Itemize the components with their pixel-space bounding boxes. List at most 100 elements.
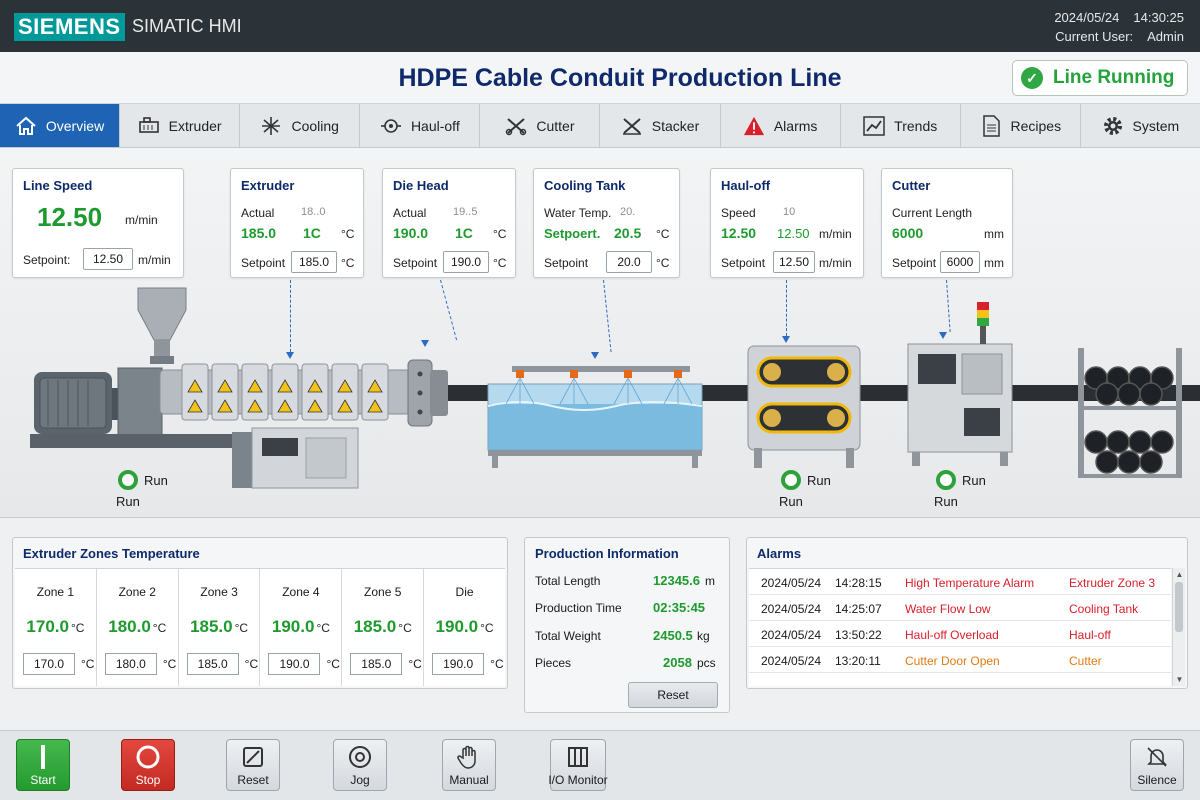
alarm-date: 2024/05/24 bbox=[761, 628, 822, 642]
alarm-time: 13:50:22 bbox=[835, 628, 882, 642]
reset-counters-button[interactable]: Reset bbox=[628, 682, 718, 708]
haul-off-unit bbox=[747, 345, 861, 468]
tab-stacker[interactable]: Stacker bbox=[600, 104, 721, 147]
tab-recipes[interactable]: Recipes bbox=[961, 104, 1081, 147]
info-unit: m bbox=[705, 574, 715, 588]
temperature-unit: °C bbox=[81, 657, 95, 671]
info-value: 12345.6 bbox=[653, 573, 700, 588]
run-label: Run bbox=[144, 472, 168, 488]
home-icon bbox=[15, 115, 37, 137]
current-time: 14:30:25 bbox=[1133, 10, 1184, 25]
bell-mute-icon bbox=[1145, 740, 1169, 773]
jog-button[interactable]: Jog bbox=[333, 739, 387, 791]
alarm-source: Haul-off bbox=[1069, 628, 1111, 642]
alarm-row[interactable]: 2024/05/24 14:25:07 Water Flow Low Cooli… bbox=[749, 595, 1171, 621]
alarm-message: Haul-off Overload bbox=[905, 628, 999, 642]
zone-actual-value: 185.0 °C bbox=[353, 617, 412, 636]
cutter-run-indicator: Run bbox=[936, 470, 986, 490]
reset-button[interactable]: Reset bbox=[226, 739, 280, 791]
snowflake-icon bbox=[260, 115, 282, 137]
scroll-thumb[interactable] bbox=[1175, 582, 1183, 632]
gear-icon bbox=[1102, 115, 1124, 137]
zone-actual-value: 180.0 °C bbox=[108, 617, 167, 636]
footer-toolbar: Start Stop Reset Jog Manual I/O Monitor … bbox=[0, 730, 1200, 800]
zone-setpoint-input[interactable]: 190.0 bbox=[268, 653, 321, 675]
alarm-row[interactable]: 2024/05/24 13:50:22 Haul-off Overload Ha… bbox=[749, 621, 1171, 647]
scroll-up-icon[interactable]: ▲ bbox=[1173, 570, 1186, 579]
info-unit: pcs bbox=[697, 656, 716, 670]
tab-cooling[interactable]: Cooling bbox=[240, 104, 361, 147]
silence-button[interactable]: Silence bbox=[1130, 739, 1184, 791]
start-button[interactable]: Start bbox=[16, 739, 70, 791]
button-label: Jog bbox=[350, 773, 370, 787]
tab-trends[interactable]: Trends bbox=[841, 104, 961, 147]
alarm-date: 2024/05/24 bbox=[761, 654, 822, 668]
tab-label: Alarms bbox=[773, 117, 818, 134]
zone-setpoint-input[interactable]: 185.0 bbox=[186, 653, 239, 675]
tab-cutter[interactable]: Cutter bbox=[480, 104, 601, 147]
run-status-icon bbox=[936, 470, 956, 490]
alarm-time: 13:20:11 bbox=[835, 654, 881, 668]
info-label: Pieces bbox=[535, 656, 572, 670]
alarm-row[interactable]: 2024/05/24 13:20:11 Cutter Door Open Cut… bbox=[749, 647, 1171, 673]
button-label: Silence bbox=[1137, 773, 1177, 787]
trend-chart-icon bbox=[863, 115, 885, 137]
tab-alarms[interactable]: Alarms bbox=[721, 104, 841, 147]
zone-actual-value: 170.0 °C bbox=[26, 617, 85, 636]
jog-icon bbox=[347, 740, 373, 773]
io-monitor-button[interactable]: I/O Monitor bbox=[548, 739, 608, 791]
button-label: Stop bbox=[135, 773, 161, 787]
tab-haul-off[interactable]: Haul-off bbox=[360, 104, 481, 147]
panel-title: Extruder Zones Temperature bbox=[23, 546, 200, 561]
temperature-unit: °C bbox=[490, 657, 504, 671]
stop-button[interactable]: Stop bbox=[121, 739, 175, 791]
checkmark-icon: ✓ bbox=[1021, 67, 1043, 89]
tab-system[interactable]: System bbox=[1081, 104, 1200, 147]
current-date: 2024/05/24 bbox=[1054, 10, 1120, 25]
tab-label: Cooling bbox=[291, 117, 339, 134]
run-sub-label: Run bbox=[116, 494, 140, 509]
zone-setpoint-input[interactable]: 190.0 bbox=[432, 653, 485, 675]
total-length-row: Total Length 12345.6 m bbox=[535, 568, 719, 594]
tab-extruder[interactable]: Extruder bbox=[120, 104, 241, 147]
manual-button[interactable]: Manual bbox=[442, 739, 496, 791]
alarm-date: 2024/05/24 bbox=[761, 576, 822, 590]
zone-die: Die 190.0 °C 190.0 °C bbox=[424, 569, 505, 686]
cutter-icon bbox=[505, 115, 527, 137]
temperature-unit: °C bbox=[244, 657, 259, 671]
product-name: SIMATIC HMI bbox=[132, 16, 242, 36]
alarms-scrollbar[interactable]: ▲ ▼ bbox=[1172, 568, 1185, 686]
tab-overview[interactable]: Overview bbox=[0, 104, 121, 147]
run-status-icon bbox=[118, 470, 138, 490]
alarm-date: 2024/05/24 bbox=[761, 602, 822, 616]
alarm-source: Extruder Zone 3 bbox=[1069, 576, 1156, 590]
run-sub-label: Run bbox=[779, 494, 803, 509]
line-status-text: Line Running bbox=[1053, 67, 1175, 88]
zones-grid: Zone 1 170.0 °C 170.0 °C Zone 2 180.0 °C 1… bbox=[15, 568, 505, 686]
panel-title: Production Information bbox=[535, 546, 679, 561]
zone-2: Zone 2 180.0 °C 180.0 °C bbox=[97, 569, 179, 686]
zone-setpoint-input[interactable]: 185.0 bbox=[350, 653, 403, 675]
haul-off-icon bbox=[380, 115, 402, 137]
button-label: Manual bbox=[449, 773, 489, 787]
tab-label: Stacker bbox=[651, 117, 700, 134]
process-overview: Line Speed 12.50 m/min Setpoint: 12.50 m… bbox=[0, 148, 1200, 518]
scroll-down-icon[interactable]: ▼ bbox=[1173, 675, 1186, 684]
extruder-icon bbox=[138, 115, 160, 137]
document-icon bbox=[980, 114, 1002, 137]
alarm-message: High Temperature Alarm bbox=[905, 576, 1035, 590]
tab-label: System bbox=[1132, 117, 1180, 134]
stop-icon bbox=[135, 740, 161, 773]
run-sub-label: Run bbox=[934, 494, 958, 509]
alarms-panel: Alarms 2024/05/24 14:28:15 High Temperat… bbox=[746, 537, 1188, 689]
button-label: Start bbox=[30, 773, 56, 787]
hand-icon bbox=[457, 740, 481, 773]
alarm-message: Water Flow Low bbox=[905, 602, 991, 616]
top-bar: SIEMENS SIMATIC HMI 2024/05/24 14:30:25 C… bbox=[0, 0, 1200, 52]
current-user[interactable]: Admin bbox=[1147, 27, 1184, 46]
zone-setpoint-input[interactable]: 180.0 bbox=[104, 653, 157, 675]
alarm-row[interactable]: 2024/05/24 14:28:15 High Temperature Ala… bbox=[749, 569, 1171, 595]
zone-setpoint-input[interactable]: 170.0 bbox=[23, 653, 75, 675]
temperature-unit: °C bbox=[408, 657, 422, 671]
zone-1: Zone 1 170.0 °C 170.0 °C bbox=[15, 569, 97, 686]
